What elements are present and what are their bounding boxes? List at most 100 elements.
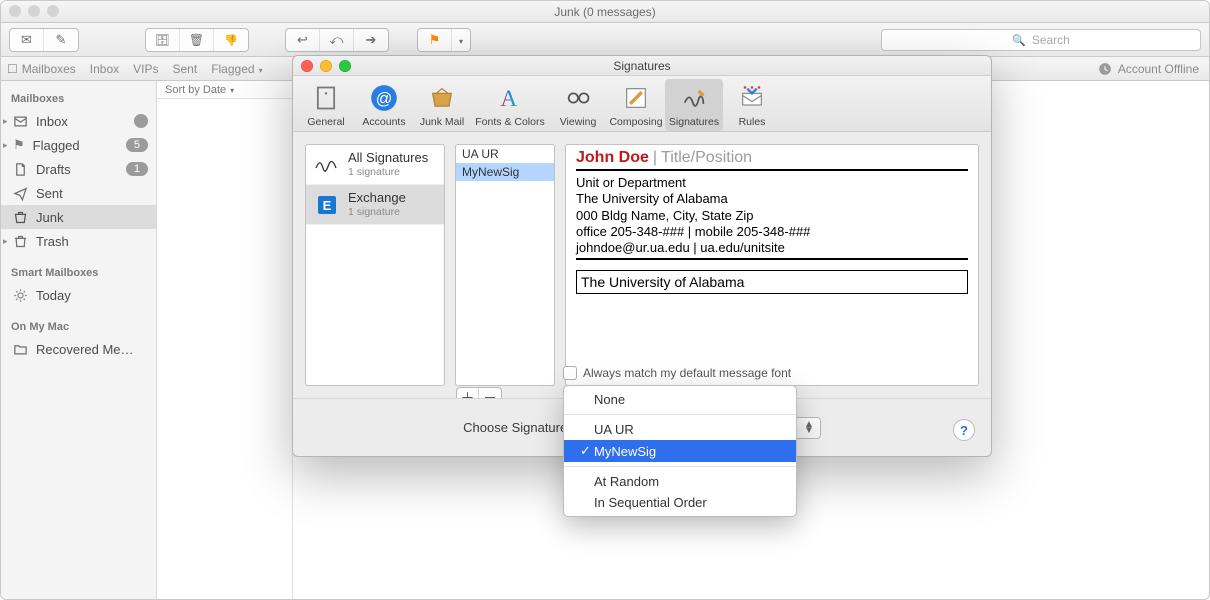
junk-button[interactable]	[214, 29, 248, 51]
drafts-icon	[13, 162, 28, 177]
sort-header[interactable]: Sort by Date	[157, 81, 292, 99]
signature-scribble-icon	[314, 152, 340, 178]
preview-phones: office 205-348-### | mobile 205-348-###	[576, 224, 968, 240]
flag-icon	[13, 137, 25, 153]
menu-item-sequential[interactable]: In Sequential Order	[564, 492, 796, 513]
help-button[interactable]: ?	[953, 419, 975, 441]
forward-button[interactable]	[354, 29, 388, 51]
accounts-icon: @	[370, 83, 398, 113]
tab-label: VIPs	[133, 62, 158, 76]
menu-item-mynewsig[interactable]: ✓MyNewSig	[564, 440, 796, 462]
window-title: Junk (0 messages)	[554, 5, 655, 19]
sidebar-item-drafts[interactable]: Drafts 1	[1, 157, 156, 181]
reply-all-button[interactable]	[320, 29, 354, 51]
svg-text:A: A	[500, 86, 517, 112]
tab-sent[interactable]: Sent	[173, 62, 198, 76]
disclosure-icon[interactable]	[3, 236, 8, 247]
signature-row-mynewsig[interactable]: MyNewSig	[456, 163, 554, 181]
search-field[interactable]: Search	[881, 29, 1201, 51]
menu-item-uaur[interactable]: UA UR	[564, 419, 796, 440]
account-row-exchange[interactable]: E Exchange 1 signature	[306, 185, 444, 225]
flag-icon	[429, 32, 441, 48]
trash-icon	[189, 32, 204, 47]
prefs-titlebar: Signatures	[293, 56, 991, 76]
always-match-font-row: Always match my default message font	[563, 366, 791, 380]
menu-item-none[interactable]: None	[564, 389, 796, 410]
flag-button[interactable]	[418, 29, 452, 51]
sidebar-label: Flagged	[33, 138, 80, 153]
delete-button[interactable]	[180, 29, 214, 51]
sent-icon	[13, 186, 28, 201]
tab-label: Accounts	[362, 116, 405, 128]
tab-vips[interactable]: VIPs	[133, 62, 158, 76]
get-mail-button[interactable]	[10, 29, 44, 51]
zoom-button[interactable]	[339, 60, 351, 72]
disclosure-icon[interactable]	[3, 116, 8, 127]
prefs-tab-viewing[interactable]: Viewing	[549, 79, 607, 131]
signature-row-uaur[interactable]: UA UR	[456, 145, 554, 163]
compose-icon	[56, 32, 67, 48]
sidebar-item-trash[interactable]: Trash	[1, 229, 156, 253]
svg-text:@: @	[376, 90, 393, 108]
sidebar-label: Recovered Me…	[36, 342, 134, 357]
always-match-label: Always match my default message font	[583, 366, 791, 380]
thumbs-down-icon	[224, 32, 238, 47]
menu-separator	[564, 414, 796, 415]
junk-mail-icon	[428, 83, 456, 113]
prefs-tab-signatures[interactable]: Signatures	[665, 79, 723, 131]
tab-label: Mailboxes	[22, 62, 76, 76]
flag-menu-button[interactable]	[452, 29, 470, 51]
tab-label: Junk Mail	[420, 116, 464, 128]
choose-signature-label: Choose Signature:	[463, 420, 571, 435]
sidebar-label: Sent	[36, 186, 63, 201]
sidebar-item-junk[interactable]: Junk	[1, 205, 156, 229]
sidebar-item-flagged[interactable]: Flagged 5	[1, 133, 156, 157]
reply-all-icon	[330, 32, 344, 48]
mailbox-sidebar: Mailboxes Inbox Flagged 5 Drafts 1 Sent	[1, 81, 157, 599]
sidebar-label: Drafts	[36, 162, 71, 177]
prefs-tab-fonts[interactable]: A Fonts & Colors	[471, 79, 549, 131]
minimize-button[interactable]	[320, 60, 332, 72]
signature-names-list[interactable]: UA UR MyNewSig ＋ －	[455, 144, 555, 386]
prefs-tab-junk[interactable]: Junk Mail	[413, 79, 471, 131]
fonts-colors-icon: A	[496, 83, 524, 113]
signature-name: MyNewSig	[462, 165, 519, 179]
sidebar-label: Today	[36, 288, 71, 303]
disclosure-icon[interactable]	[3, 140, 8, 151]
sidebar-item-recovered[interactable]: Recovered Me…	[1, 337, 156, 361]
prefs-tab-rules[interactable]: Rules	[723, 79, 781, 131]
forward-icon	[366, 32, 377, 48]
close-button[interactable]	[301, 60, 313, 72]
tab-inbox[interactable]: Inbox	[90, 62, 119, 76]
sidebar-section-smart: Smart Mailboxes	[11, 267, 156, 279]
preview-emails: johndoe@ur.ua.edu | ua.edu/unitsite	[576, 240, 968, 256]
account-name: All Signatures	[348, 151, 428, 166]
minimize-dot[interactable]	[28, 5, 40, 17]
sidebar-item-inbox[interactable]: Inbox	[1, 109, 156, 133]
flag-group	[417, 28, 471, 52]
prefs-tab-accounts[interactable]: @ Accounts	[355, 79, 413, 131]
compose-button[interactable]	[44, 29, 78, 51]
tab-flagged[interactable]: Flagged	[211, 62, 262, 76]
reply-button[interactable]	[286, 29, 320, 51]
always-match-checkbox[interactable]	[563, 366, 577, 380]
account-row-all[interactable]: All Signatures 1 signature	[306, 145, 444, 185]
envelope-icon	[21, 32, 32, 48]
zoom-dot[interactable]	[47, 5, 59, 17]
cloud-offline-icon	[1098, 62, 1112, 76]
menu-item-random[interactable]: At Random	[564, 471, 796, 492]
archive-button[interactable]	[146, 29, 180, 51]
close-dot[interactable]	[9, 5, 21, 17]
sidebar-item-today[interactable]: Today	[1, 283, 156, 307]
sidebar-item-sent[interactable]: Sent	[1, 181, 156, 205]
prefs-tab-general[interactable]: General	[297, 79, 355, 131]
prefs-tab-composing[interactable]: Composing	[607, 79, 665, 131]
tab-mailboxes[interactable]: Mailboxes	[7, 62, 76, 76]
sidebar-label: Junk	[36, 210, 63, 225]
sidebar-section-onmymac: On My Mac	[11, 321, 156, 333]
composing-icon	[622, 83, 650, 113]
signature-preview[interactable]: John Doe|Title/Position Unit or Departme…	[565, 144, 979, 386]
svg-text:E: E	[323, 198, 332, 213]
prefs-title-label: Signatures	[613, 59, 670, 73]
signature-accounts-list[interactable]: All Signatures 1 signature E Exchange 1 …	[305, 144, 445, 386]
